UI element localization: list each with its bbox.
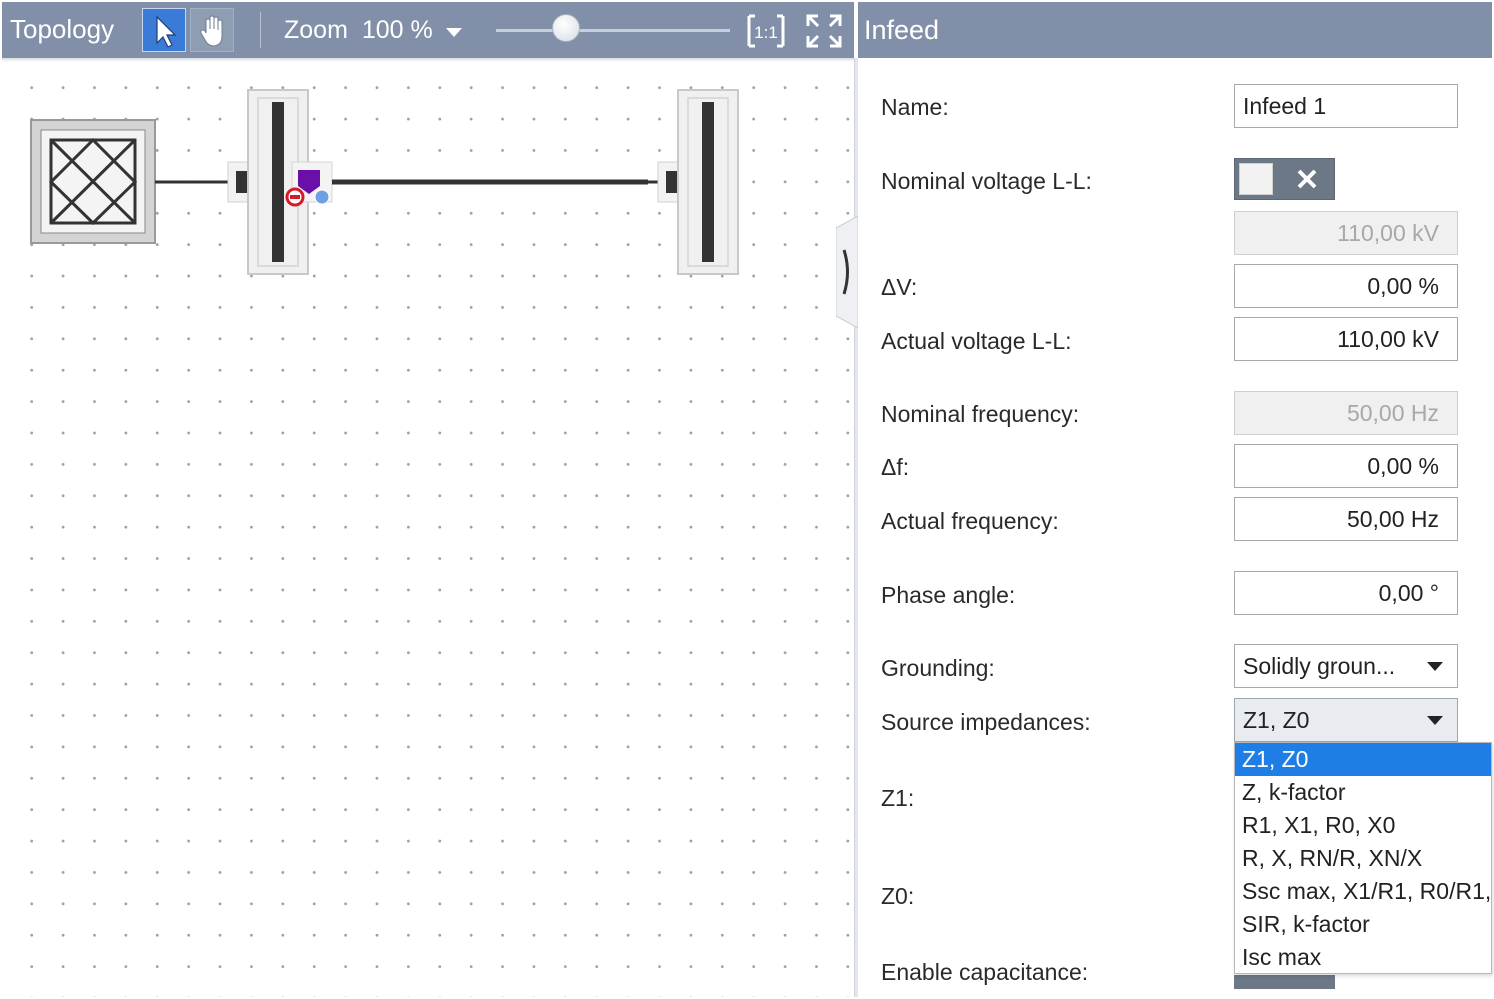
topology-diagram bbox=[30, 89, 739, 275]
phase-angle-label: Phase angle: bbox=[881, 582, 1016, 608]
chevron-down-icon bbox=[1427, 662, 1443, 671]
nominal-frequency-field: 50,00 Hz bbox=[1234, 391, 1458, 435]
chevron-down-icon bbox=[1427, 716, 1443, 725]
topology-title: Topology bbox=[10, 14, 115, 44]
name-field[interactable]: Infeed 1 bbox=[1234, 84, 1458, 128]
properties-header: Infeed bbox=[858, 2, 1492, 58]
dropdown-option[interactable]: Isc max bbox=[1235, 941, 1491, 974]
enable-capacitance-label: Enable capacitance: bbox=[881, 959, 1089, 985]
toolbar-separator bbox=[260, 12, 261, 48]
dropdown-option[interactable]: Z, k-factor bbox=[1235, 776, 1491, 809]
actual-voltage-label: Actual voltage L-L: bbox=[881, 328, 1072, 354]
grounding-selected-value: Solidly groun... bbox=[1243, 653, 1396, 679]
collapse-panel-handle[interactable] bbox=[836, 216, 858, 328]
topology-pane: Topology Zoom 100 % 1:1 bbox=[2, 2, 854, 997]
source-impedances-selected-value: Z1, Z0 bbox=[1243, 707, 1310, 733]
delta-f-field[interactable]: 0,00 % bbox=[1234, 444, 1458, 488]
infeed-marker[interactable] bbox=[285, 161, 333, 207]
z1-label: Z1: bbox=[881, 785, 915, 811]
nominal-frequency-label: Nominal frequency: bbox=[881, 401, 1080, 427]
delta-v-label: ΔV: bbox=[881, 274, 918, 300]
nominal-voltage-field: 110,00 kV bbox=[1234, 211, 1458, 255]
nominal-voltage-label: Nominal voltage L-L: bbox=[881, 168, 1092, 194]
dropdown-option[interactable]: Z1, Z0 bbox=[1235, 743, 1491, 776]
grounding-label: Grounding: bbox=[881, 655, 995, 681]
grounding-select[interactable]: Solidly groun... bbox=[1234, 644, 1458, 688]
dropdown-option[interactable]: R, X, RN/R, XN/X bbox=[1235, 842, 1491, 875]
select-tool-button[interactable] bbox=[142, 8, 186, 52]
pane-splitter[interactable] bbox=[854, 58, 858, 997]
actual-voltage-field[interactable]: 110,00 kV bbox=[1234, 317, 1458, 361]
phase-angle-field[interactable]: 0,00 ° bbox=[1234, 571, 1458, 615]
properties-title: Infeed bbox=[864, 15, 940, 45]
pointer-icon bbox=[156, 15, 177, 48]
dropdown-option[interactable]: SIR, k-factor bbox=[1235, 908, 1491, 941]
zoom-label[interactable]: Zoom 100 % bbox=[284, 16, 433, 45]
delta-v-field[interactable]: 0,00 % bbox=[1234, 264, 1458, 308]
actual-frequency-field[interactable]: 50,00 Hz bbox=[1234, 497, 1458, 541]
delta-f-label: Δf: bbox=[881, 454, 910, 480]
chevron-down-icon[interactable] bbox=[446, 28, 462, 37]
dropdown-option[interactable]: Ssc max, X1/R1, R0/R1, bbox=[1235, 875, 1491, 908]
enable-capacitance-toggle[interactable] bbox=[1234, 975, 1335, 989]
svg-text:1:1: 1:1 bbox=[754, 23, 778, 42]
actual-frequency-label: Actual frequency: bbox=[881, 508, 1059, 534]
pan-tool-button[interactable] bbox=[190, 8, 234, 52]
close-icon bbox=[1297, 169, 1317, 189]
zoom-slider[interactable] bbox=[496, 29, 730, 32]
toggle-knob bbox=[1239, 163, 1273, 195]
hand-icon bbox=[200, 15, 223, 47]
name-label: Name: bbox=[881, 94, 949, 120]
infeed-symbol[interactable] bbox=[30, 119, 156, 244]
nominal-voltage-toggle[interactable] bbox=[1234, 158, 1335, 200]
zoom-value: 100 % bbox=[361, 16, 433, 44]
busbar-2[interactable] bbox=[677, 89, 739, 275]
source-impedances-label: Source impedances: bbox=[881, 709, 1091, 735]
source-impedances-select[interactable]: Z1, Z0 bbox=[1234, 698, 1458, 742]
zoom-text: Zoom bbox=[284, 16, 348, 44]
dropdown-option[interactable]: R1, X1, R0, X0 bbox=[1235, 809, 1491, 842]
toolbar-shadow bbox=[2, 58, 854, 62]
zoom-slider-thumb[interactable] bbox=[552, 14, 581, 42]
topology-toolbar: Topology Zoom 100 % 1:1 bbox=[2, 2, 854, 58]
source-impedances-dropdown[interactable]: Z1, Z0 Z, k-factor R1, X1, R0, X0 R, X, … bbox=[1234, 742, 1492, 974]
actual-size-icon[interactable]: 1:1 bbox=[746, 12, 786, 50]
topology-canvas[interactable] bbox=[2, 58, 854, 997]
z0-label: Z0: bbox=[881, 883, 915, 909]
fit-to-screen-icon[interactable] bbox=[804, 12, 844, 50]
